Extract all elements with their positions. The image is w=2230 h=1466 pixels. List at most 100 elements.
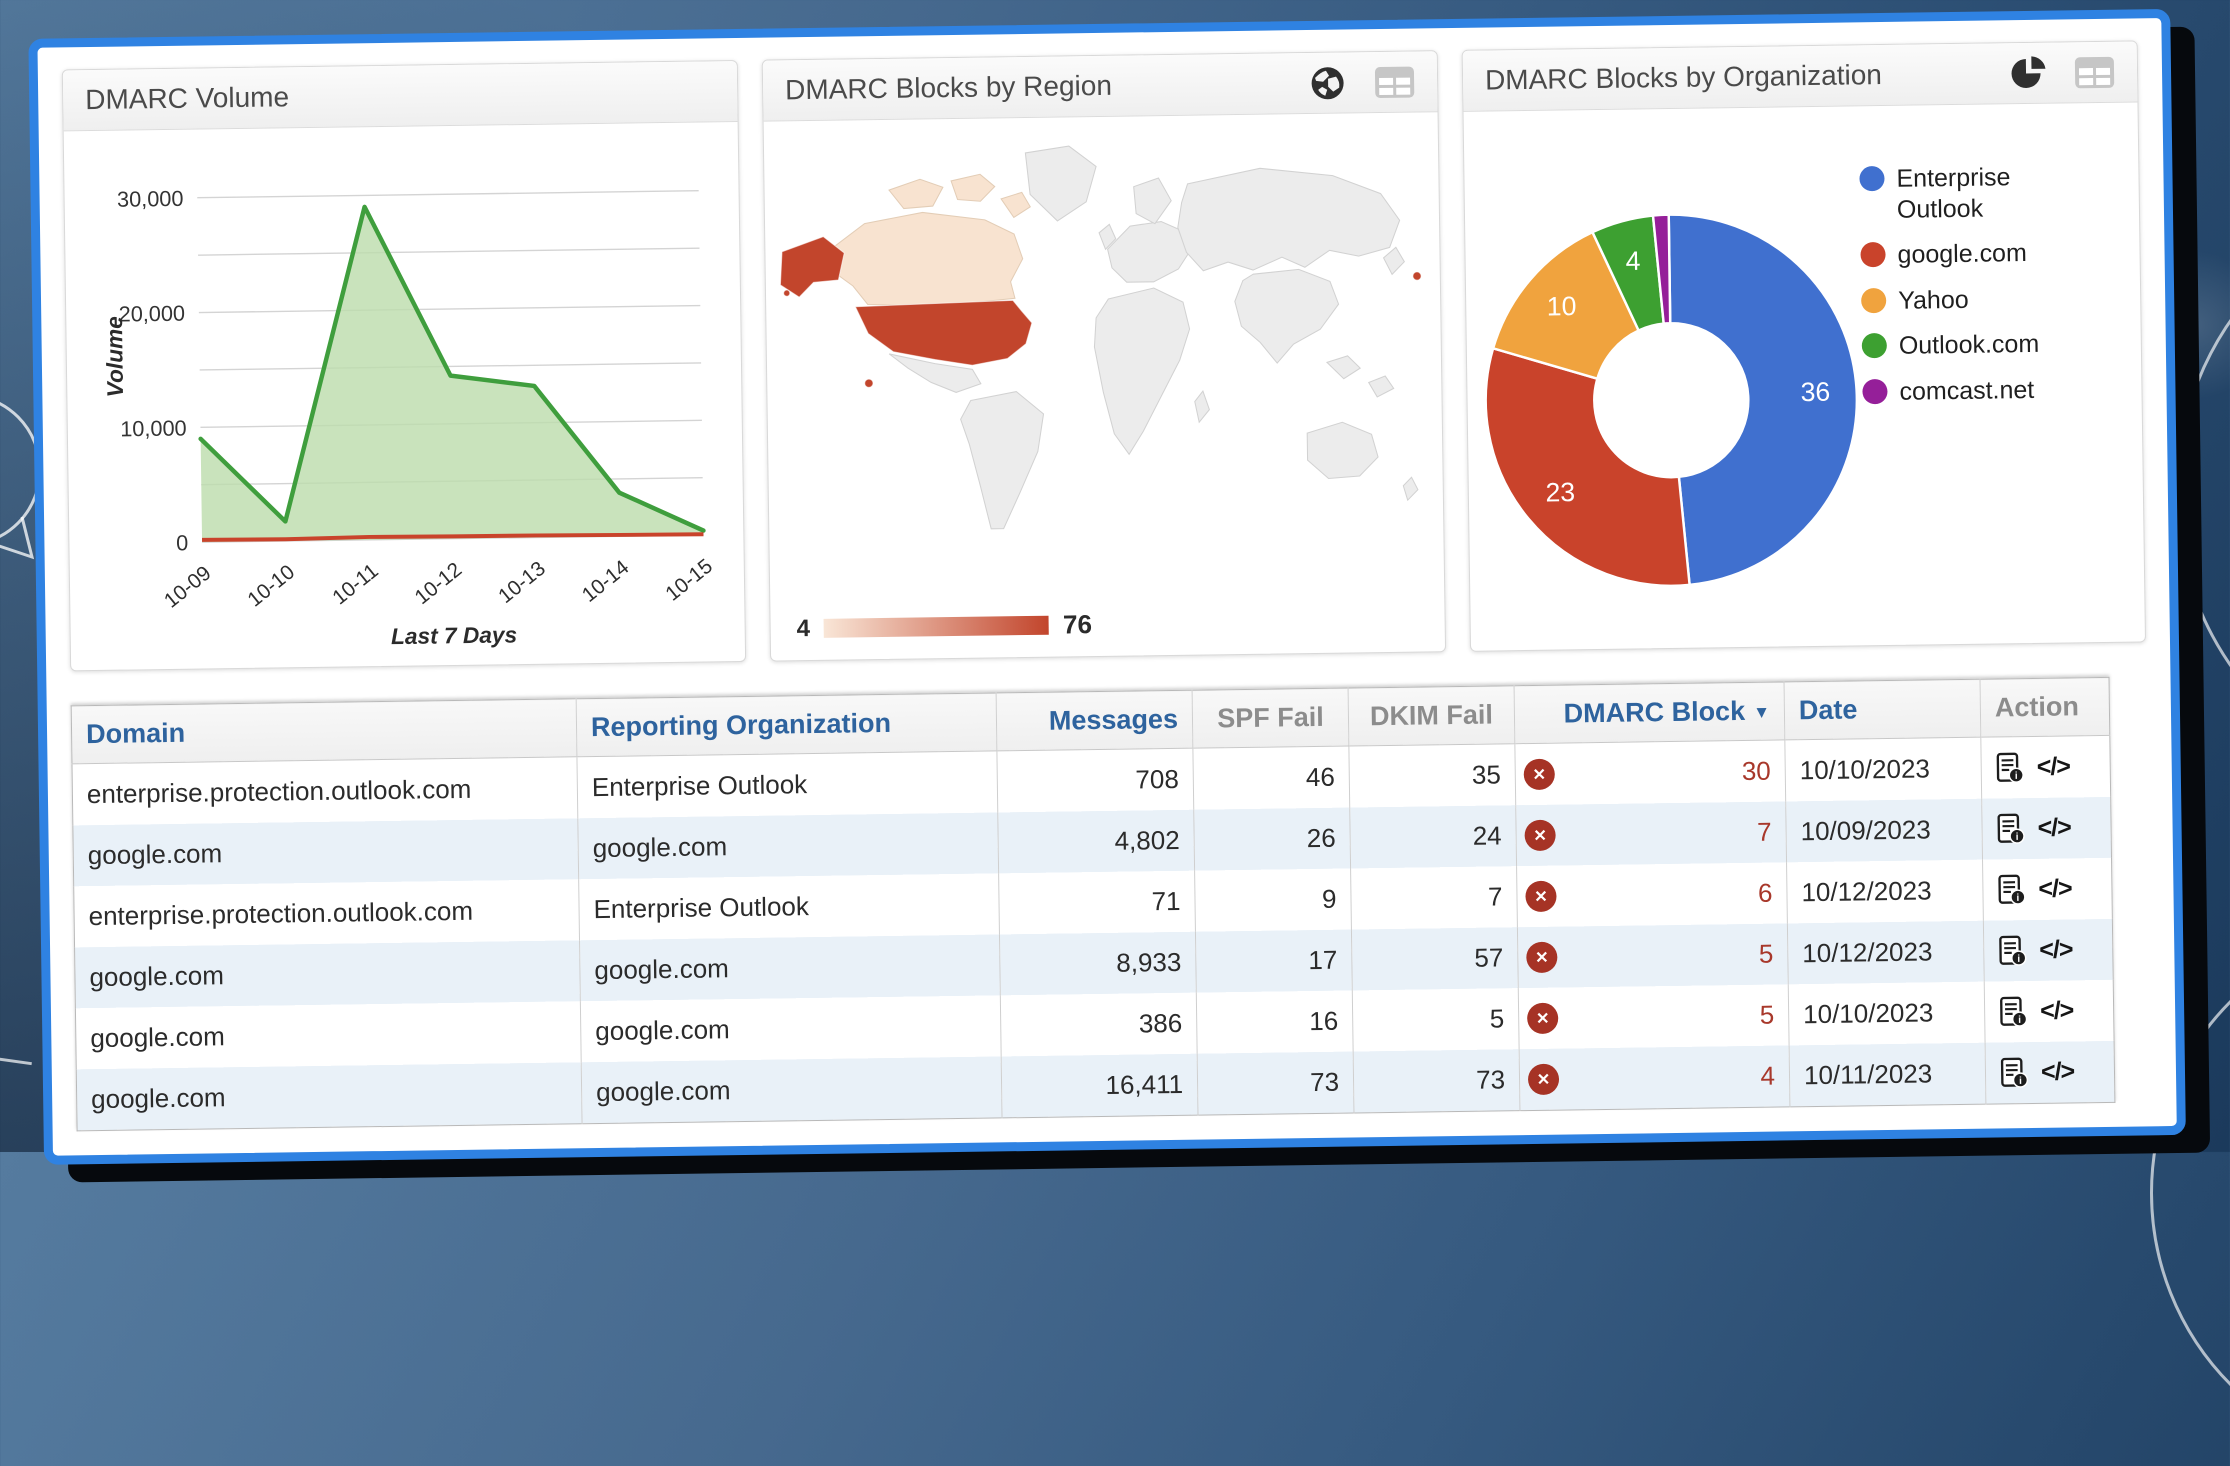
cell-dmarc-block: ✕4 [1519,1045,1790,1110]
cell-action: i </> [1984,980,2114,1043]
svg-text:10-11: 10-11 [328,559,383,609]
cell-spf-fail: 9 [1195,869,1352,932]
column-header-date[interactable]: Date [1784,679,1981,740]
donut-value-label: 10 [1547,291,1577,321]
volume-area-chart: 010,00020,00030,00010-0910-1010-1110-121… [64,122,745,670]
donut-value-label: 4 [1625,246,1640,276]
pie-chart-icon[interactable] [2009,54,2047,92]
cell-date: 10/10/2023 [1788,982,1985,1046]
code-icon[interactable]: </> [2041,1057,2075,1086]
legend-color-dot [1862,378,1887,403]
block-x-icon: ✕ [1528,1064,1559,1095]
report-info-icon[interactable]: i [1999,996,2028,1028]
svg-text:i: i [2017,953,2020,964]
cell-domain: google.com [75,940,581,1008]
legend-label: google.com [1897,238,2027,270]
report-info-icon[interactable]: i [1997,874,2026,906]
block-count: 5 [1759,1000,1774,1031]
column-header-action: Action [1980,677,2110,737]
legend-color-dot [1862,333,1887,358]
block-count: 6 [1758,878,1773,909]
dashboard-screenshot: DMARC Volume 010,00020,00030,00010-0910-… [28,9,2167,1147]
cell-messages: 708 [997,748,1194,812]
block-x-icon: ✕ [1524,759,1555,790]
svg-text:10-09: 10-09 [160,562,216,613]
map-color-scale: 4 76 [796,609,1092,644]
legend-color-dot [1861,287,1886,312]
panel-title: DMARC Volume [85,81,289,116]
table-view-icon[interactable] [2074,55,2115,89]
panel-title: DMARC Blocks by Organization [1485,59,1882,97]
svg-text:i: i [2016,831,2019,842]
legend-item: Enterprise Outlook [1859,161,2067,225]
code-icon[interactable]: </> [2037,813,2071,842]
cell-dmarc-block: ✕5 [1518,984,1789,1049]
legend-item: comcast.net [1862,374,2069,407]
donut-slice-enterprise-outlook[interactable] [1669,212,1860,585]
map-region-canada[interactable] [825,174,1032,308]
cell-date: 10/10/2023 [1785,737,1982,801]
code-icon[interactable]: </> [2039,935,2073,964]
column-header-domain[interactable]: Domain [71,699,577,764]
cell-action: i </> [1983,919,2113,982]
cell-dkim-fail: 24 [1350,805,1517,868]
panel-dmarc-volume: DMARC Volume 010,00020,00030,00010-0910-… [62,60,746,671]
svg-text:i: i [2018,1014,2021,1025]
panel-header: DMARC Blocks by Organization [1463,41,2138,111]
code-icon[interactable]: </> [2037,752,2071,781]
legend-item: google.com [1860,237,2067,270]
legend-color-dot [1859,166,1884,191]
donut-slice-google-com[interactable] [1485,346,1690,589]
slide: { "panels": { "volume": { "title": "DMAR… [0,0,2230,1152]
cell-reporting-org: google.com [581,1056,1002,1123]
column-header-label: Reporting Organization [591,708,891,742]
column-header-spf: SPF Fail [1192,688,1349,748]
code-icon[interactable]: </> [2040,996,2074,1025]
panel-title: DMARC Blocks by Region [785,70,1112,107]
globe-icon[interactable] [1309,64,1347,102]
svg-text:10-12: 10-12 [411,558,467,609]
svg-text:Volume: Volume [101,316,128,397]
report-info-icon[interactable]: i [2000,1057,2029,1089]
sort-arrow-icon: ▼ [1753,703,1770,722]
block-count: 7 [1757,817,1772,848]
column-header-label: Domain [86,718,185,749]
cell-action: i </> [1983,858,2113,921]
cell-reporting-org: Enterprise Outlook [577,751,998,818]
cell-dkim-fail: 57 [1351,927,1518,990]
legend-label: Yahoo [1898,284,1969,315]
cell-domain: google.com [75,1001,581,1069]
cell-spf-fail: 26 [1194,808,1351,871]
svg-text:30,000: 30,000 [117,186,184,212]
code-icon[interactable]: </> [2038,874,2072,903]
panel-dmarc-region: DMARC Blocks by Region [762,50,1446,661]
block-count: 4 [1760,1061,1775,1092]
cell-action: i </> [1985,1041,2115,1104]
table-view-icon[interactable] [1374,65,1415,99]
cell-spf-fail: 17 [1195,929,1352,992]
block-x-icon: ✕ [1526,942,1557,973]
decorative-line [0,1054,32,1065]
cell-reporting-org: Enterprise Outlook [579,873,1000,940]
cell-spf-fail: 73 [1197,1051,1354,1115]
svg-text:20,000: 20,000 [118,301,185,327]
cell-messages: 4,802 [998,810,1195,874]
cell-reporting-org: google.com [580,934,1001,1001]
column-header-block[interactable]: DMARC Block▼ [1514,682,1785,744]
svg-text:i: i [2016,892,2019,903]
world-choropleth-map [764,120,1444,575]
block-count: 30 [1742,756,1771,787]
panel-dmarc-organization: DMARC Blocks by Organization [1462,40,2146,651]
cell-spf-fail: 46 [1193,746,1350,810]
report-info-icon[interactable]: i [1998,935,2027,967]
legend-item: Yahoo [1861,283,2068,316]
column-header-org[interactable]: Reporting Organization [576,693,997,757]
report-info-icon[interactable]: i [1996,813,2025,845]
cell-date: 10/09/2023 [1786,799,1983,863]
column-header-messages[interactable]: Messages [996,690,1193,751]
cell-dkim-fail: 7 [1351,866,1518,929]
svg-text:10-14: 10-14 [578,556,634,607]
report-info-icon[interactable]: i [1996,752,2025,784]
cell-action: i </> [1981,735,2111,798]
svg-text:10-13: 10-13 [494,557,550,608]
